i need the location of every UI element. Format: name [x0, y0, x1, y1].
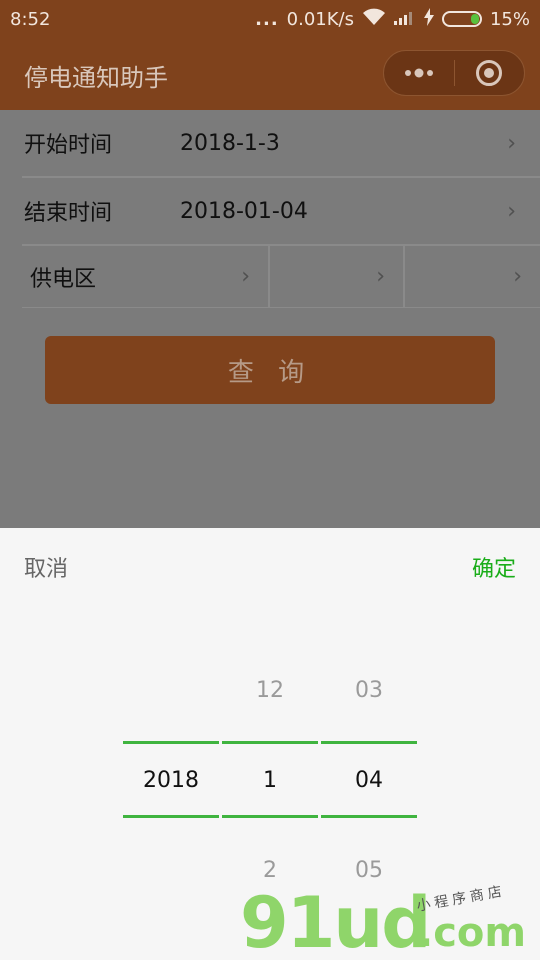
area-select-3[interactable]: › — [405, 246, 540, 307]
target-icon — [476, 60, 503, 86]
close-button[interactable] — [455, 51, 525, 95]
status-indicators: ... 0.01K/s 15% — [255, 7, 530, 31]
query-button[interactable]: 查 询 — [45, 336, 495, 404]
status-bar: 8:52 ... 0.01K/s 15% — [0, 0, 540, 38]
nav-bar: 停电通知助手 — [0, 38, 540, 110]
status-time: 8:52 — [10, 8, 51, 30]
month-selected: 1 — [263, 768, 277, 793]
chevron-right-icon: › — [507, 198, 516, 224]
more-button[interactable] — [384, 51, 454, 95]
selection-line — [123, 815, 219, 818]
end-time-value: 2018-01-04 — [180, 198, 308, 224]
area-select-2[interactable]: › — [270, 246, 405, 307]
battery-icon — [441, 11, 482, 27]
day-prev: 03 — [355, 678, 383, 703]
start-time-value: 2018-1-3 — [180, 130, 280, 156]
chevron-right-icon: › — [241, 264, 250, 289]
network-speed: 0.01K/s — [286, 8, 354, 30]
year-column[interactable]: 2018 — [123, 528, 219, 960]
watermark-suffix: .com — [418, 910, 527, 956]
day-selected: 04 — [355, 768, 383, 793]
start-time-row[interactable]: 开始时间 2018-1-3 › — [0, 110, 540, 176]
picker-cancel-button[interactable]: 取消 — [24, 551, 68, 583]
area-label: 供电区 — [30, 266, 97, 292]
wifi-icon — [362, 8, 386, 31]
year-selected: 2018 — [143, 768, 199, 793]
month-prev: 12 — [256, 678, 284, 703]
battery-percent: 15% — [489, 8, 530, 30]
watermark-main: 91ud — [240, 882, 431, 960]
watermark-logo: 91ud 小程序商店 .com — [240, 880, 540, 960]
selection-line — [222, 815, 318, 818]
area-row: 供电区 › › › — [22, 246, 540, 308]
signal-icon — [393, 9, 416, 30]
selection-line — [222, 741, 318, 744]
chevron-right-icon: › — [507, 130, 516, 156]
chevron-right-icon: › — [513, 264, 522, 289]
selection-line — [321, 741, 417, 744]
picker-confirm-button[interactable]: 确定 — [472, 551, 516, 583]
charging-icon — [423, 7, 434, 31]
selection-line — [123, 741, 219, 744]
start-time-label: 开始时间 — [24, 133, 113, 158]
notification-dots: ... — [255, 8, 279, 30]
area-select-1[interactable]: 供电区 › — [22, 246, 270, 307]
chevron-right-icon: › — [376, 264, 385, 289]
end-time-label: 结束时间 — [24, 201, 113, 226]
query-form: 开始时间 2018-1-3 › 结束时间 2018-01-04 › 供电区 › … — [0, 110, 540, 308]
more-dots-icon — [404, 68, 433, 78]
mini-program-capsule — [383, 50, 525, 96]
page-title: 停电通知助手 — [24, 64, 168, 92]
selection-line — [321, 815, 417, 818]
end-time-row[interactable]: 结束时间 2018-01-04 › — [0, 178, 540, 244]
